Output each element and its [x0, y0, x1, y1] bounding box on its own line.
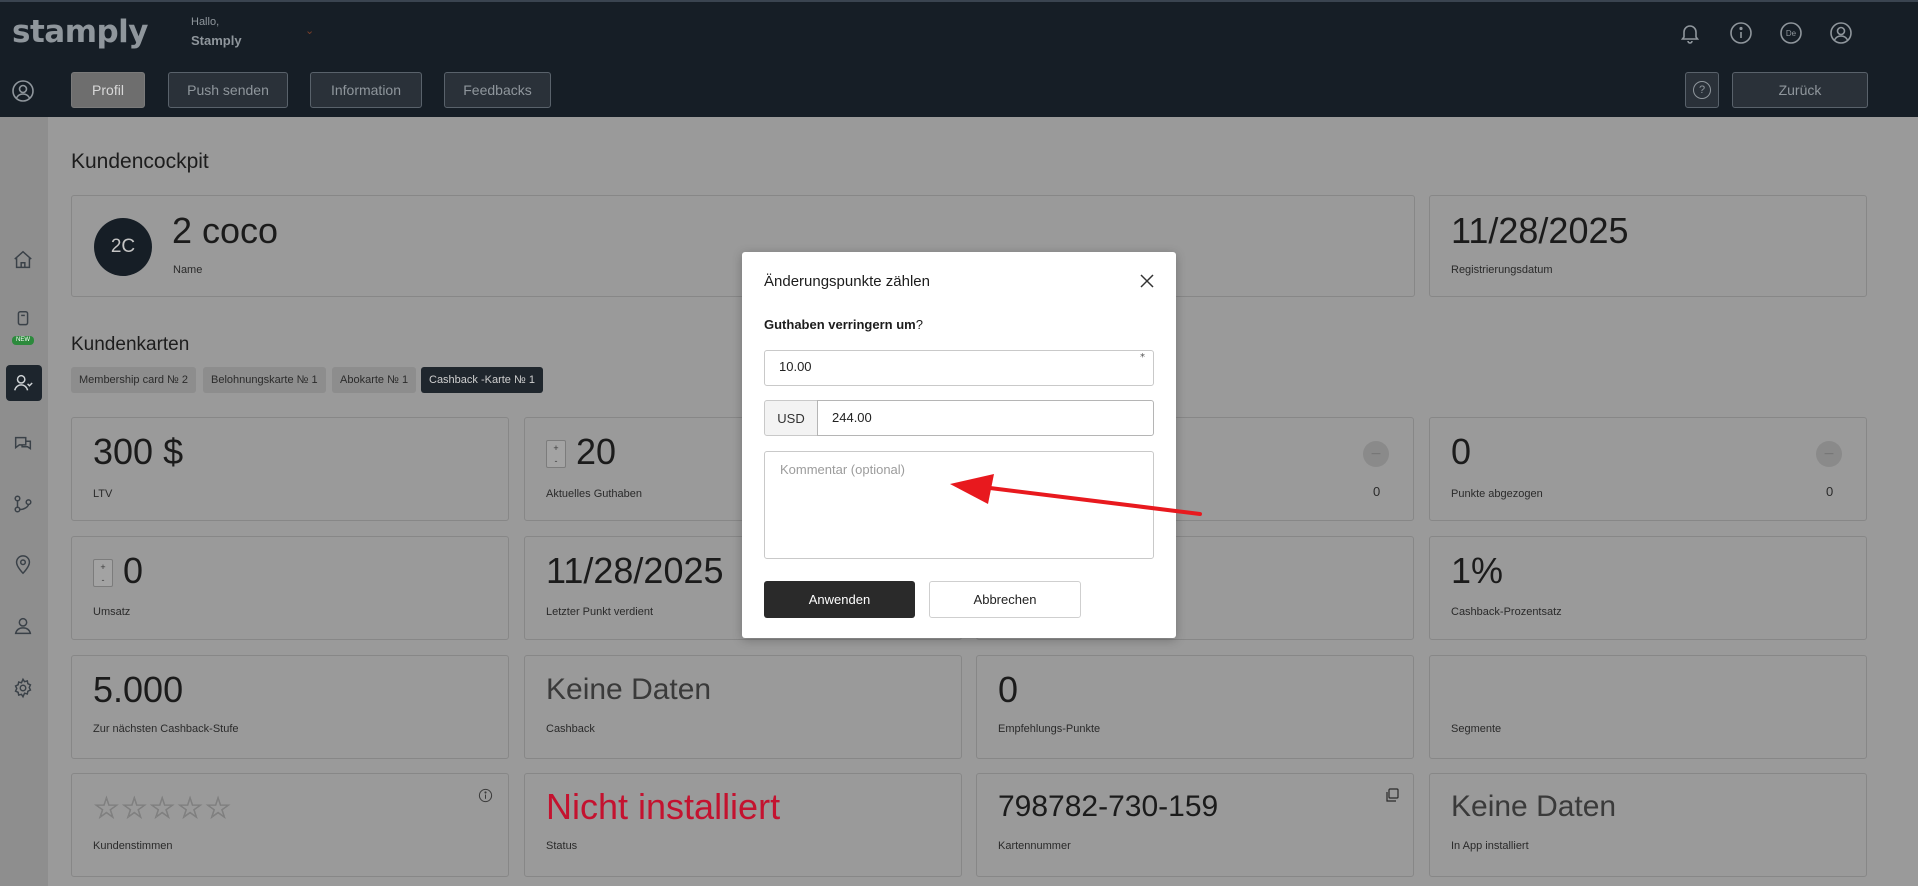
cashback-percent-value: 1%: [1451, 550, 1504, 591]
annotation-arrow-icon: [950, 474, 1202, 516]
status-label: Status: [546, 840, 578, 852]
points-count: 0: [1373, 484, 1381, 499]
home-icon[interactable]: [11, 248, 35, 272]
balance-label: Aktuelles Guthaben: [546, 488, 643, 500]
info-icon[interactable]: [478, 788, 493, 803]
modal-title: Änderungspunkte zählen: [764, 273, 930, 290]
copy-icon[interactable]: [1384, 787, 1400, 803]
location-icon[interactable]: [11, 553, 35, 577]
user-greeting[interactable]: Hallo, Stamply: [191, 16, 242, 48]
points-deducted-value: 0: [1451, 431, 1472, 472]
required-mark: *: [1140, 352, 1145, 363]
tab-information[interactable]: Information: [310, 72, 422, 108]
cashback-label: Cashback: [546, 723, 595, 735]
new-badge: NEW: [12, 336, 34, 345]
help-button[interactable]: ?: [1685, 72, 1719, 108]
user-name: Stamply: [191, 33, 242, 48]
bell-icon[interactable]: [1678, 21, 1702, 45]
referral-card: [976, 655, 1414, 759]
flow-icon[interactable]: [11, 492, 35, 516]
avatar: 2C: [94, 218, 152, 276]
in-app-label: In App installiert: [1451, 840, 1529, 852]
next-tier-label: Zur nächsten Cashback-Stufe: [93, 723, 239, 735]
comment-placeholder: Kommentar (optional): [780, 462, 905, 477]
revenue-label: Umsatz: [93, 606, 131, 618]
language-icon[interactable]: De: [1779, 21, 1803, 45]
language-badge: De: [1785, 28, 1797, 38]
apply-button[interactable]: Anwenden: [764, 581, 915, 618]
balance-stepper[interactable]: + -: [546, 440, 566, 468]
status-value: Nicht installiert: [546, 786, 781, 827]
stamply-logo[interactable]: stamply: [12, 14, 149, 50]
ltv-label: LTV: [93, 488, 113, 500]
rating-stars: ☆☆☆☆☆: [93, 791, 233, 827]
points-deducted-card: [1429, 417, 1867, 521]
settings-icon[interactable]: [11, 676, 35, 700]
profile-circle-icon[interactable]: [11, 79, 35, 103]
minus-circle-icon[interactable]: −: [1363, 441, 1389, 467]
modal-subtitle-mark: ?: [915, 317, 923, 332]
cashback-value: Keine Daten: [546, 673, 712, 706]
customer-name: 2 coco: [172, 210, 279, 251]
currency-value-input[interactable]: 244.00: [817, 400, 1154, 436]
close-icon[interactable]: [1138, 272, 1156, 290]
section-title: Kundenkarten: [71, 334, 190, 355]
tab-profil[interactable]: Profil: [71, 72, 145, 108]
tab-membership-card[interactable]: Membership card № 2: [71, 367, 197, 393]
tab-belohnungskarte[interactable]: Belohnungskarte № 1: [203, 367, 326, 393]
page-title: Kundencockpit: [71, 150, 209, 173]
segments-card: [1429, 655, 1867, 759]
back-button[interactable]: Zurück: [1732, 72, 1868, 108]
cancel-button[interactable]: Abbrechen: [929, 581, 1081, 618]
cashback-card: [524, 655, 962, 759]
user-icon[interactable]: [1829, 21, 1853, 45]
last-point-label: Letzter Punkt verdient: [546, 606, 654, 618]
card-number-label: Kartennummer: [998, 840, 1071, 852]
top-header: stamply Hallo, Stamply ⌄ De Profil Push …: [0, 0, 1918, 117]
modal-subtitle-text: Guthaben verringern um: [764, 317, 916, 332]
info-icon[interactable]: [1729, 21, 1753, 45]
tab-abokarte[interactable]: Abokarte № 1: [332, 367, 417, 393]
customers-icon[interactable]: [11, 371, 35, 395]
referral-label: Empfehlungs-Punkte: [998, 723, 1101, 735]
customer-name-label: Name: [173, 264, 203, 276]
card-number-value: 798782-730-159: [998, 790, 1219, 823]
greeting-text: Hallo,: [191, 16, 220, 28]
amount-input[interactable]: 10.00: [764, 350, 1154, 386]
referral-value: 0: [998, 669, 1019, 710]
minus-circle-icon[interactable]: −: [1816, 441, 1842, 467]
registration-date: 11/28/2025: [1451, 210, 1629, 251]
help-icon: ?: [1693, 81, 1711, 99]
cashback-percent-label: Cashback-Prozentsatz: [1451, 606, 1562, 618]
account-icon[interactable]: [11, 614, 35, 638]
in-app-value: Keine Daten: [1451, 790, 1617, 823]
chevron-down-icon[interactable]: ⌄: [305, 24, 314, 37]
last-point-value: 11/28/2025: [546, 550, 724, 591]
adjust-points-modal: Änderungspunkte zählen Guthaben verringe…: [742, 252, 1176, 638]
revenue-stepper[interactable]: + -: [93, 559, 113, 587]
rating-label: Kundenstimmen: [93, 840, 173, 852]
device-icon[interactable]: [11, 308, 35, 332]
ltv-value: 300 $: [93, 431, 184, 472]
revenue-value: 0: [123, 550, 144, 591]
in-app-card: [1429, 773, 1867, 877]
balance-value: 20: [576, 431, 617, 472]
currency-label: USD: [764, 400, 818, 436]
chat-icon[interactable]: [11, 432, 35, 456]
registration-label: Registrierungsdatum: [1451, 264, 1553, 276]
tab-feedbacks[interactable]: Feedbacks: [444, 72, 551, 108]
tab-cashback-karte[interactable]: Cashback -Karte № 1: [421, 367, 543, 393]
card-number-card: [976, 773, 1414, 877]
segments-label: Segmente: [1451, 723, 1502, 735]
points-deducted-label: Punkte abgezogen: [1451, 488, 1543, 500]
tab-push-senden[interactable]: Push senden: [168, 72, 288, 108]
modal-subtitle: Guthaben verringern um?: [764, 317, 923, 332]
next-tier-value: 5.000: [93, 669, 184, 710]
points-deducted-count: 0: [1826, 484, 1834, 499]
